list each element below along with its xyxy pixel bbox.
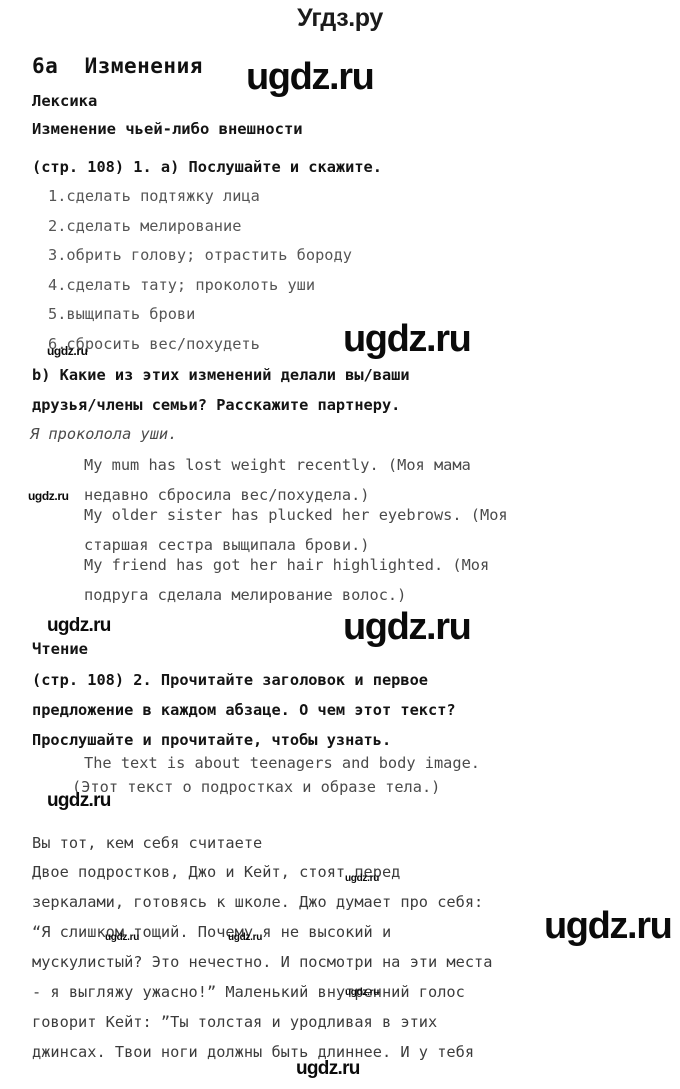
- list-item: 2.сделать мелирование: [48, 212, 352, 242]
- list-item-label: сбросить вес/похудеть: [66, 334, 260, 353]
- list-item-label: сделать мелирование: [66, 216, 242, 235]
- task-1b-example: Я проколола уши.: [30, 425, 178, 443]
- list-item-number: 5.: [48, 305, 67, 323]
- task-1a-list: 1.сделать подтяжку лица 2.сделать мелиро…: [48, 182, 352, 359]
- section-heading-vocabulary: Лексика: [32, 92, 98, 110]
- topic-heading: Изменение чьей-либо внешности: [32, 120, 303, 138]
- list-item-label: выщипать брови: [66, 305, 196, 323]
- list-item-label: сделать тату; проколоть уши: [66, 275, 316, 294]
- page-root: Угдз.ру 6a Изменения Лексика Изменение ч…: [0, 0, 680, 1089]
- list-item-number: 3.: [48, 246, 67, 264]
- lesson-content: 6a Изменения Лексика Изменение чьей-либо…: [0, 0, 680, 1089]
- task-1b-answer-3: My friend has got her hair highlighted. …: [84, 556, 490, 604]
- list-item-label: сделать подтяжку лица: [66, 187, 260, 205]
- list-item: 5.выщипать брови: [48, 300, 352, 330]
- reading-text-title: Вы тот, кем себя считаете: [32, 834, 263, 852]
- list-item: 1.сделать подтяжку лица: [48, 182, 352, 212]
- section-heading-reading: Чтение: [32, 640, 88, 658]
- list-item: 3.обрить голову; отрастить бороду: [48, 241, 352, 271]
- list-item: 4.сделать тату; проколоть уши: [48, 271, 352, 301]
- reading-text-body: Двое подростков, Джо и Кейт, стоят перед…: [32, 863, 493, 1061]
- list-item-number: 2.: [48, 216, 67, 235]
- task-2-heading: (стр. 108) 2. Прочитайте заголовок и пер…: [32, 671, 456, 749]
- task-2-answer-russian: (Этот текст о подростках и образе тела.): [72, 778, 441, 796]
- list-item-number: 1.: [48, 187, 67, 205]
- list-item-number: 6.: [48, 334, 67, 353]
- task-1b-heading: b) Какие из этих изменений делали вы/ваш…: [32, 366, 410, 414]
- page-title: 6a Изменения: [32, 54, 203, 78]
- list-item: 6.сбросить вес/похудеть: [48, 330, 352, 360]
- list-item-label: обрить голову; отрастить бороду: [66, 246, 352, 264]
- list-item-number: 4.: [48, 275, 67, 294]
- task-1a-heading: (стр. 108) 1. a) Послушайте и скажите.: [32, 158, 382, 176]
